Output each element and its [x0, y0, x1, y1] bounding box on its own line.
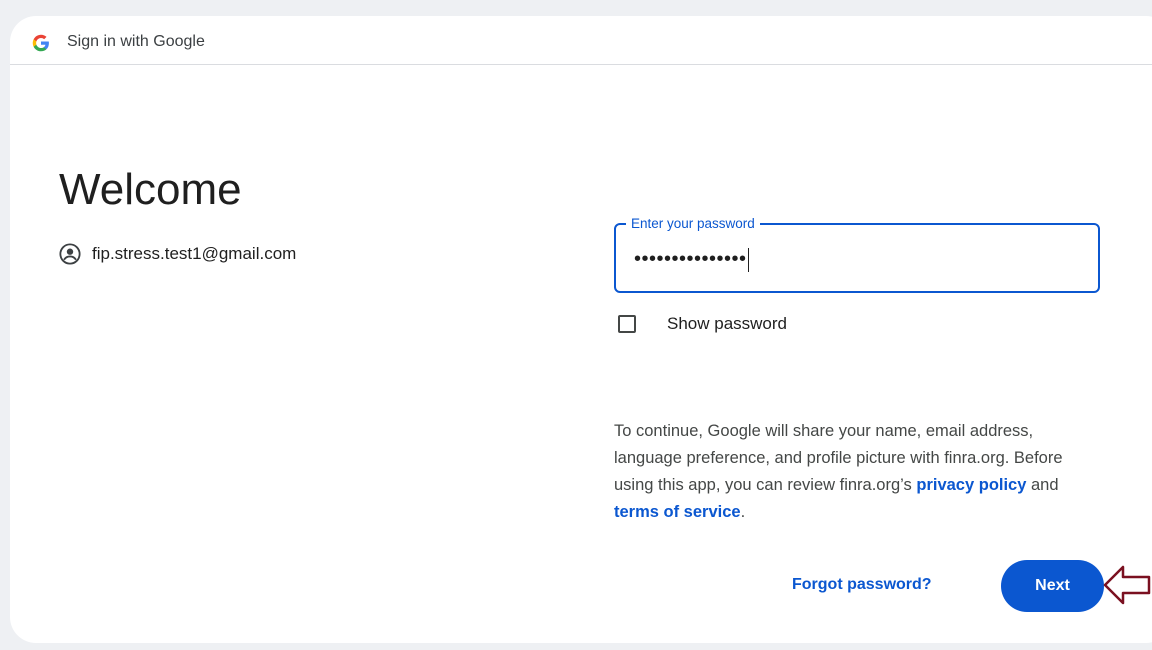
sign-in-card: Sign in with Google Welcome fip.stress.t…	[10, 16, 1152, 643]
dialog-header: Sign in with Google	[10, 16, 1152, 65]
account-chip[interactable]: fip.stress.test1@gmail.com	[59, 242, 296, 266]
privacy-policy-link[interactable]: privacy policy	[916, 476, 1026, 494]
password-input[interactable]: •••••••••••••••	[634, 245, 749, 273]
terms-of-service-link[interactable]: terms of service	[614, 503, 741, 521]
account-email: fip.stress.test1@gmail.com	[92, 244, 297, 263]
header-title: Sign in with Google	[67, 33, 205, 50]
show-password-checkbox[interactable]	[618, 315, 636, 333]
text-caret	[747, 247, 749, 272]
arrow-left-annotation-icon	[1103, 565, 1151, 605]
account-circle-icon	[59, 243, 81, 265]
password-field[interactable]: Enter your password •••••••••••••••	[614, 215, 1100, 293]
consent-text: To continue, Google will share your name…	[614, 418, 1094, 526]
next-button[interactable]: Next	[1001, 560, 1104, 612]
consent-and: and	[1026, 475, 1059, 494]
google-g-logo-icon	[32, 34, 49, 52]
show-password-toggle[interactable]: Show password	[618, 312, 787, 336]
password-masked-value: •••••••••••••••	[634, 248, 747, 270]
forgot-password-link[interactable]: Forgot password?	[792, 576, 932, 594]
show-password-label: Show password	[667, 314, 788, 333]
password-field-label: Enter your password	[626, 215, 760, 233]
consent-end: .	[740, 502, 746, 521]
page-title: Welcome	[59, 165, 242, 214]
